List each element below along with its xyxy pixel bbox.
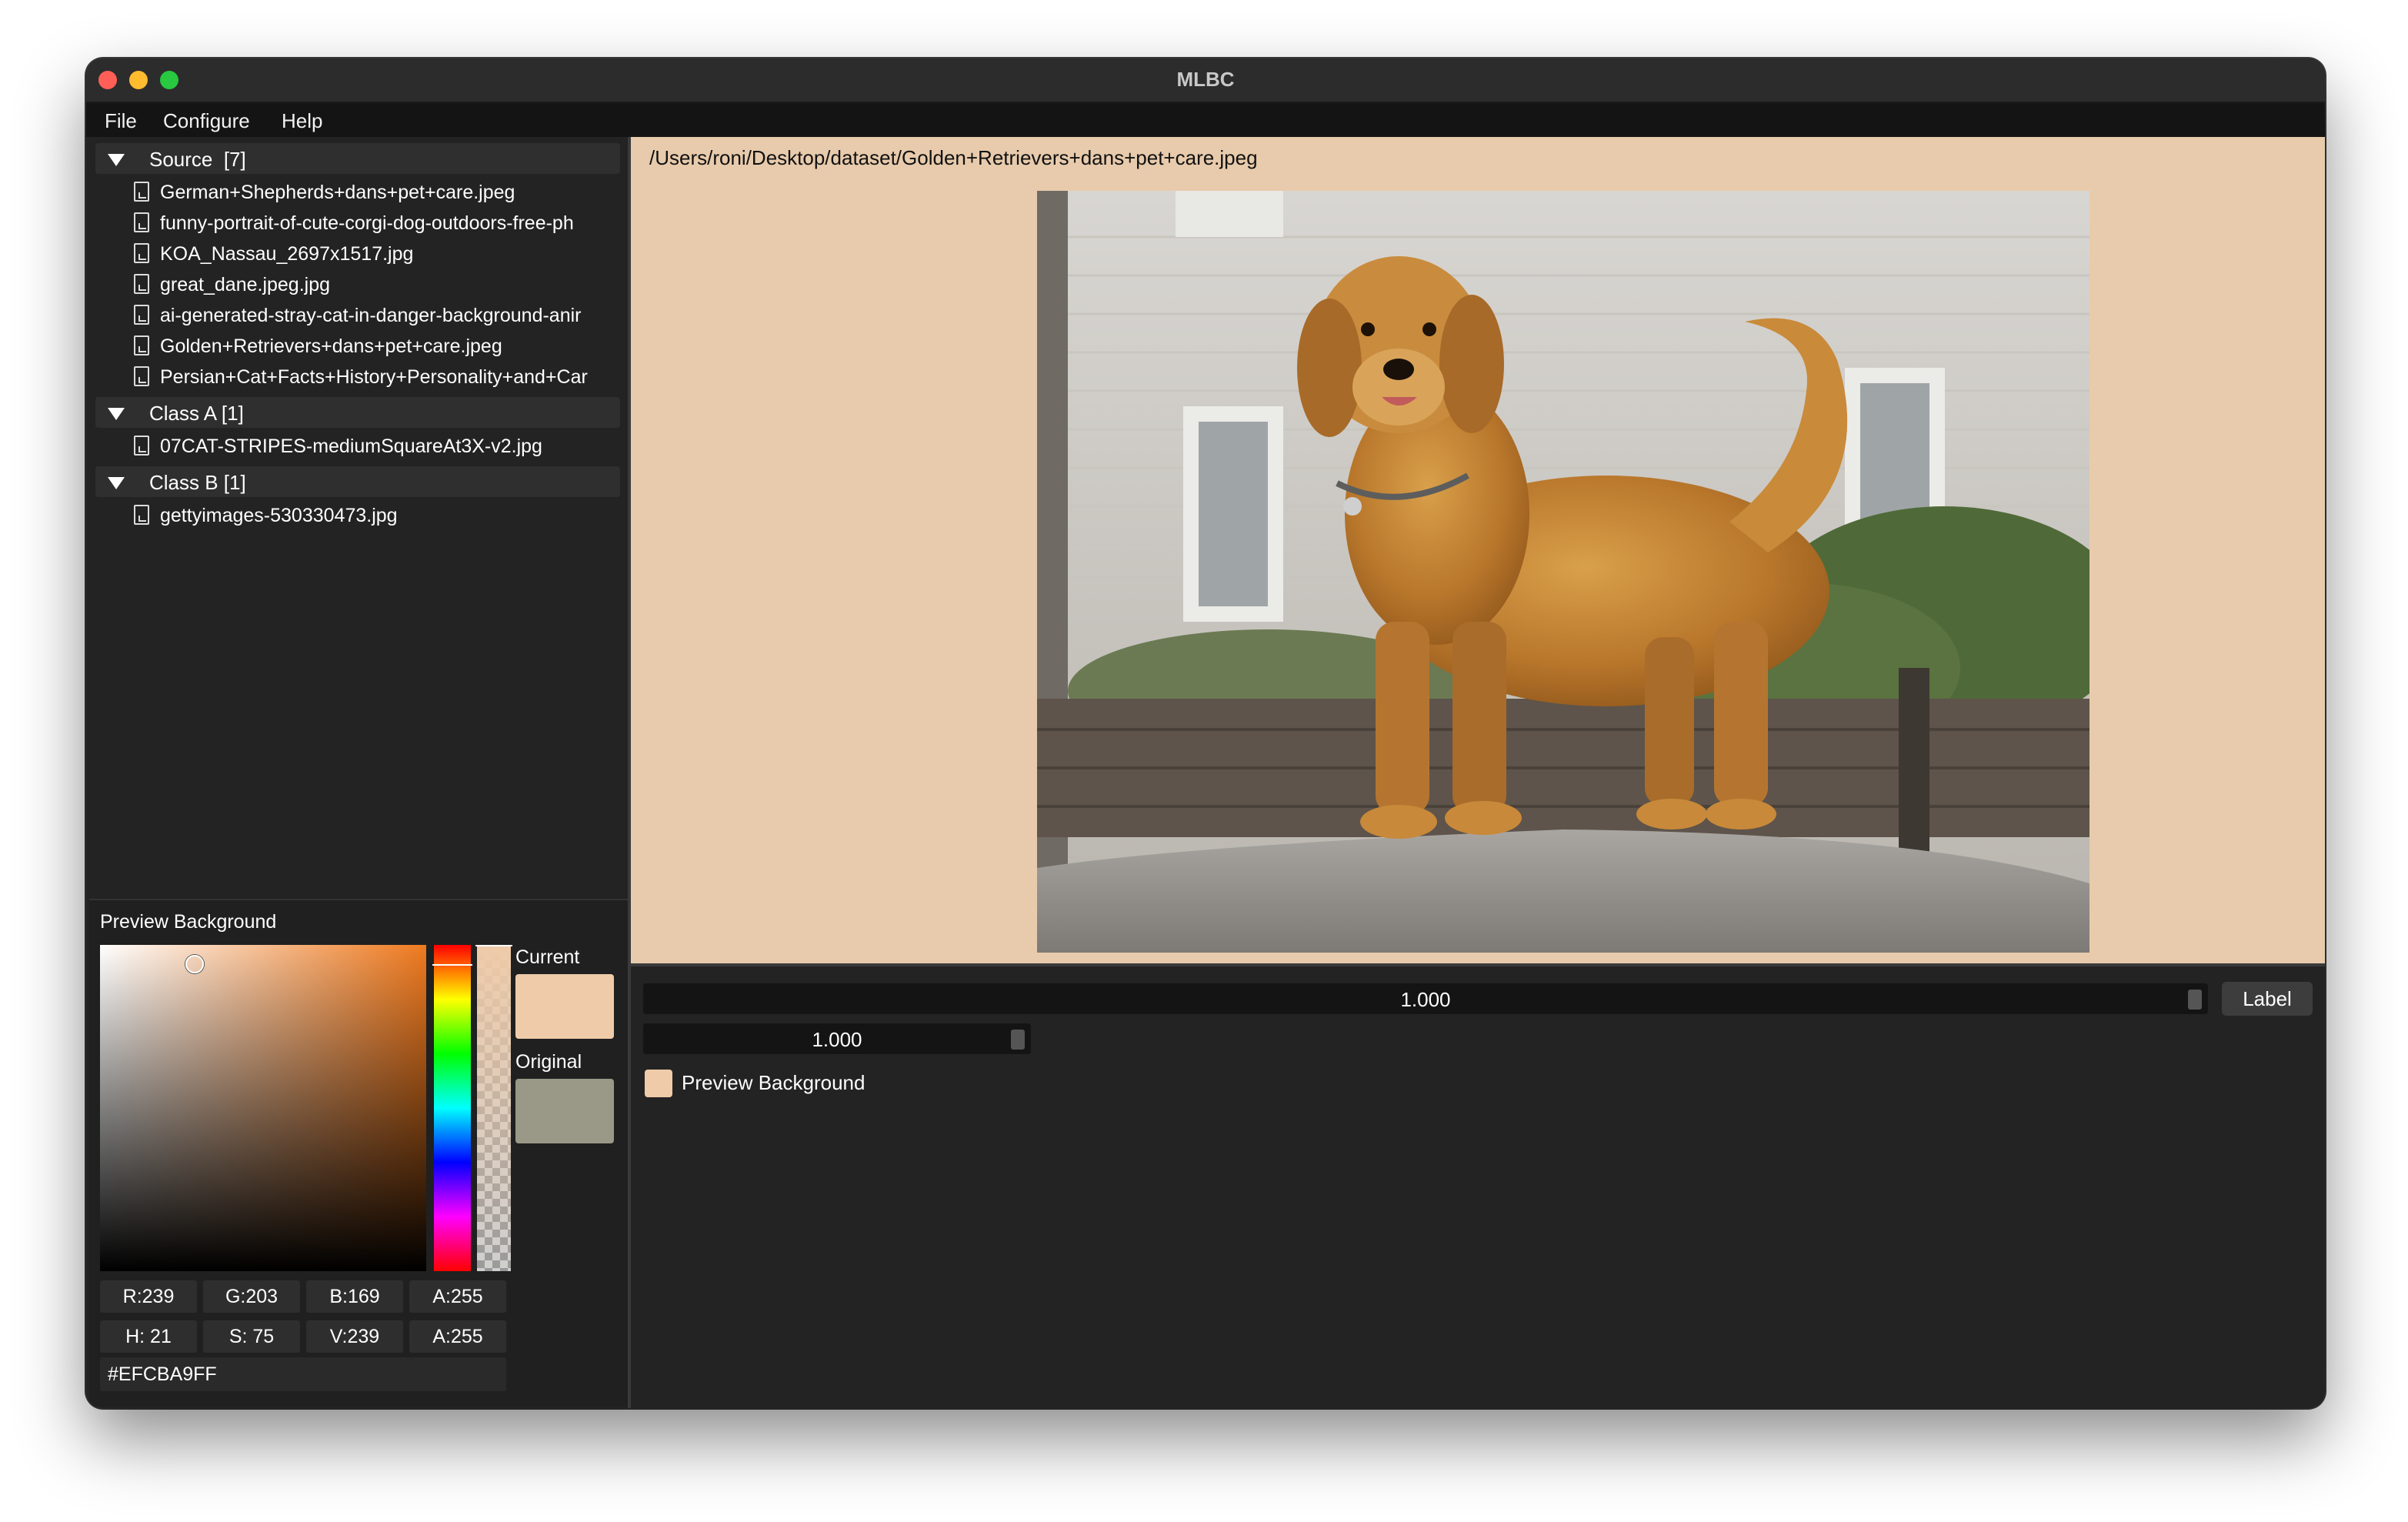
file-name: great_dane.jpeg.jpg [160,274,331,295]
file-name: funny-portrait-of-cute-corgi-dog-outdoor… [160,212,574,234]
label-button[interactable]: Label [2222,982,2313,1016]
preview-image [1037,191,2089,953]
original-color-swatch[interactable] [515,1079,614,1143]
app-window: MLBC File Configure Help Source [7] Germa… [86,58,2325,1408]
main-value-slider[interactable]: 1.000 [643,983,2208,1014]
golden-retriever-photo [1037,191,2089,953]
file-name: German+Shepherds+dans+pet+care.jpeg [160,182,515,203]
image-path: /Users/roni/Desktop/dataset/Golden+Retri… [649,146,1258,169]
file-name: gettyimages-530330473.jpg [160,505,398,526]
image-file-icon [134,274,149,294]
image-preview-area: /Users/roni/Desktop/dataset/Golden+Retri… [631,137,2325,963]
tree-file-item[interactable]: Golden+Retrievers+dans+pet+care.jpeg [86,331,625,362]
main-slider-value: 1.000 [1400,988,1451,1011]
file-name: Golden+Retrievers+dans+pet+care.jpeg [160,335,502,357]
hex-color-input[interactable]: #EFCBA9FF [100,1357,506,1391]
image-file-icon [134,436,149,456]
tree-file-item[interactable]: KOA_Nassau_2697x1517.jpg [86,239,625,269]
expand-arrow-icon[interactable] [108,408,125,420]
main-slider-handle[interactable] [2188,990,2202,1010]
preview-background-label: Preview Background [682,1071,865,1094]
tree-file-item[interactable]: German+Shepherds+dans+pet+care.jpeg [86,177,625,208]
red-value-field[interactable]: R:239 [100,1280,197,1313]
alpha-value-field[interactable]: A:255 [409,1280,506,1313]
image-file-icon [134,305,149,325]
tree-file-item[interactable]: Persian+Cat+Facts+History+Personality+an… [86,362,625,392]
alpha-slider-handle[interactable] [475,945,512,946]
hue-value-field[interactable]: H: 21 [100,1320,197,1353]
saturation-value-square[interactable] [100,945,426,1271]
image-file-icon [134,182,149,202]
tree-file-item[interactable]: funny-portrait-of-cute-corgi-dog-outdoor… [86,208,625,239]
expand-arrow-icon[interactable] [108,154,125,166]
file-tree-panel: Source [7] German+Shepherds+dans+pet+care… [86,137,625,639]
controls-panel: 1.000 Label 1.000 Preview Background [631,966,2325,1408]
alpha-gradient [477,945,511,1271]
file-name: KOA_Nassau_2697x1517.jpg [160,243,414,265]
original-color-label: Original [515,1051,582,1073]
tree-file-item[interactable]: gettyimages-530330473.jpg [86,500,625,531]
image-file-icon [134,335,149,355]
tree-file-item[interactable]: ai-generated-stray-cat-in-danger-backgro… [86,300,625,331]
image-file-icon [134,243,149,263]
preview-background-panel: Preview Background Current Original R:23… [89,899,629,1407]
hue-slider-handle[interactable] [432,964,472,966]
tree-group-0[interactable]: Source [7] [95,143,620,174]
expand-arrow-icon[interactable] [108,477,125,489]
hue-slider[interactable] [434,945,471,1271]
tree-file-item[interactable]: great_dane.jpeg.jpg [86,269,625,300]
color-picker-title: Preview Background [100,911,277,933]
image-file-icon [134,212,149,232]
file-name: 07CAT-STRIPES-mediumSquareAt3X-v2.jpg [160,436,542,457]
tree-group-1[interactable]: Class A [1] [95,397,620,428]
tree-group-label: Class B [1] [149,471,246,494]
tree-file-item[interactable]: 07CAT-STRIPES-mediumSquareAt3X-v2.jpg [86,431,625,462]
file-name: ai-generated-stray-cat-in-danger-backgro… [160,305,582,326]
image-file-icon [134,366,149,386]
file-name: Persian+Cat+Facts+History+Personality+an… [160,366,588,388]
secondary-value-slider[interactable]: 1.000 [643,1023,1031,1054]
saturation-value-field[interactable]: S: 75 [203,1320,300,1353]
tree-group-label: Class A [1] [149,402,244,425]
tree-group-2[interactable]: Class B [1] [95,466,620,497]
preview-background-color-button[interactable] [645,1070,672,1097]
value-value-field[interactable]: V:239 [306,1320,403,1353]
secondary-slider-value: 1.000 [812,1028,862,1051]
title-bar[interactable]: MLBC [86,58,2325,103]
tree-group-label: Source [7] [149,148,246,171]
menu-help[interactable]: Help [282,109,322,133]
current-color-label: Current [515,946,580,968]
green-value-field[interactable]: G:203 [203,1280,300,1313]
image-file-icon [134,505,149,525]
blue-value-field[interactable]: B:169 [306,1280,403,1313]
secondary-slider-handle[interactable] [1011,1030,1025,1050]
current-color-swatch [515,974,614,1039]
hsv-alpha-value-field[interactable]: A:255 [409,1320,506,1353]
menu-bar: File Configure Help [86,103,2325,137]
window-title: MLBC [1176,68,1235,91]
menu-file[interactable]: File [105,109,137,133]
menu-configure[interactable]: Configure [163,109,250,133]
